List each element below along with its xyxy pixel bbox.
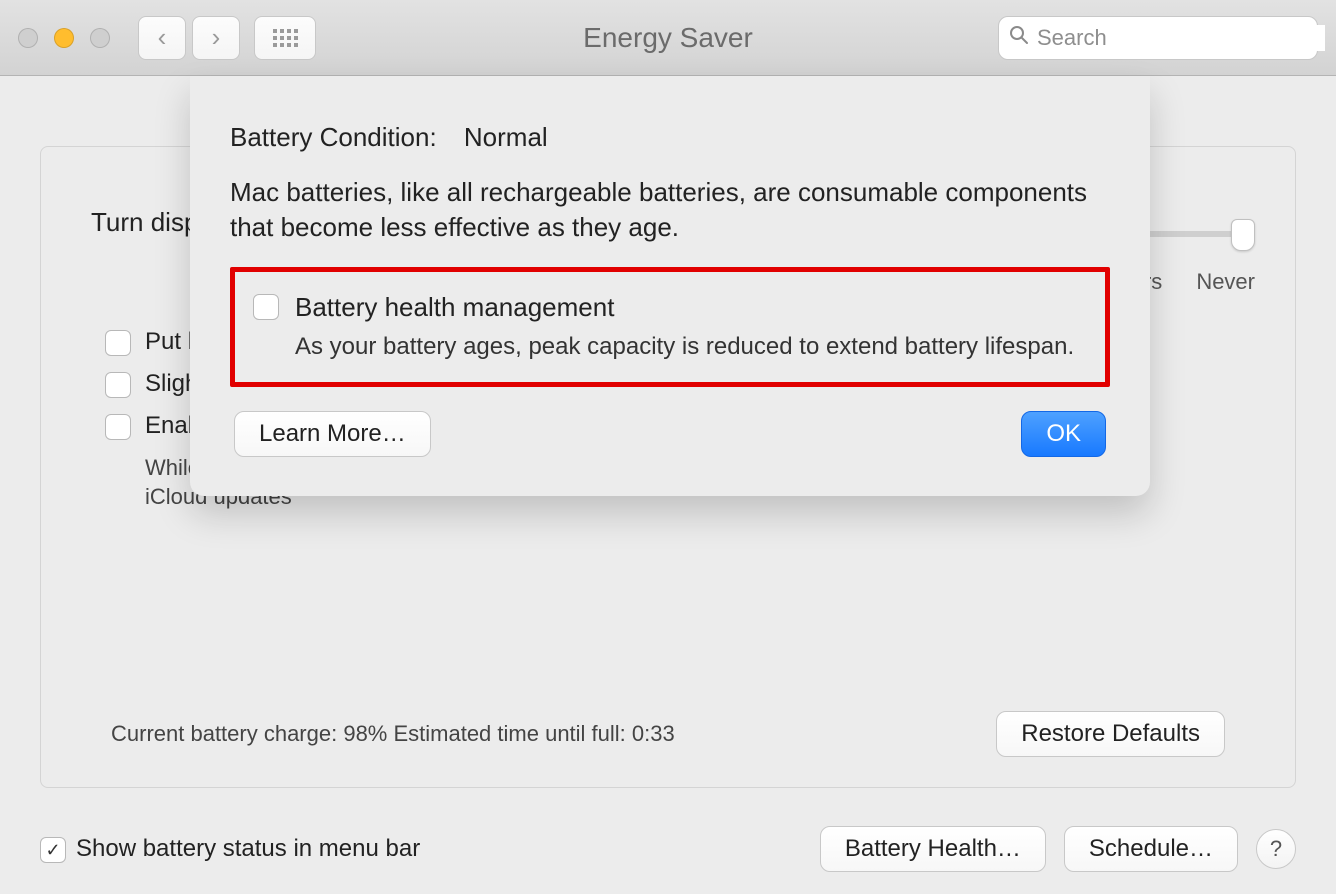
slider-tick-never: Never <box>1196 269 1255 295</box>
window-toolbar: ‹ › Energy Saver <box>0 0 1336 76</box>
chevron-right-icon: › <box>212 22 221 53</box>
question-icon: ? <box>1270 836 1282 862</box>
grid-icon <box>273 29 298 47</box>
slightly-dim-checkbox[interactable] <box>105 372 131 398</box>
battery-condition-value: Normal <box>464 122 548 153</box>
battery-health-management-checkbox[interactable] <box>253 294 279 320</box>
window-traffic-lights <box>18 28 110 48</box>
bottom-bar: ✓ Show battery status in menu bar Batter… <box>0 804 1336 894</box>
learn-more-button[interactable]: Learn More… <box>234 411 431 457</box>
battery-explainer: Mac batteries, like all rechargeable bat… <box>230 175 1110 245</box>
battery-condition-key: Battery Condition: <box>230 122 437 153</box>
search-input[interactable] <box>1037 25 1325 51</box>
search-icon <box>1009 24 1029 52</box>
slider-tick-labels: hrs Never <box>1132 269 1255 295</box>
ok-button[interactable]: OK <box>1021 411 1106 457</box>
minimize-window-button[interactable] <box>54 28 74 48</box>
search-field-wrap[interactable] <box>998 16 1318 60</box>
display-sleep-slider-thumb[interactable] <box>1231 219 1255 251</box>
forward-button[interactable]: › <box>192 16 240 60</box>
show-menu-bar-checkbox[interactable]: ✓ <box>40 837 66 863</box>
help-button[interactable]: ? <box>1256 829 1296 869</box>
show-menu-bar-label: Show battery status in menu bar <box>76 835 420 863</box>
zoom-window-button[interactable] <box>90 28 110 48</box>
battery-status-text: Current battery charge: 98% Estimated ti… <box>111 721 675 747</box>
battery-health-management-label: Battery health management <box>295 292 1074 323</box>
nav-buttons: ‹ › <box>138 16 240 60</box>
put-hd-sleep-checkbox[interactable] <box>105 330 131 356</box>
battery-condition-line: Battery Condition: Normal <box>230 122 1110 153</box>
battery-health-management-description: As your battery ages, peak capacity is r… <box>295 331 1074 363</box>
back-button[interactable]: ‹ <box>138 16 186 60</box>
battery-health-management-highlight: Battery health management As your batter… <box>230 267 1110 386</box>
battery-health-button[interactable]: Battery Health… <box>820 826 1046 872</box>
enable-power-nap-checkbox[interactable] <box>105 414 131 440</box>
restore-defaults-button[interactable]: Restore Defaults <box>996 711 1225 757</box>
show-all-button[interactable] <box>254 16 316 60</box>
close-window-button[interactable] <box>18 28 38 48</box>
battery-health-sheet: Battery Condition: Normal Mac batteries,… <box>190 76 1150 496</box>
chevron-left-icon: ‹ <box>158 22 167 53</box>
schedule-button[interactable]: Schedule… <box>1064 826 1238 872</box>
